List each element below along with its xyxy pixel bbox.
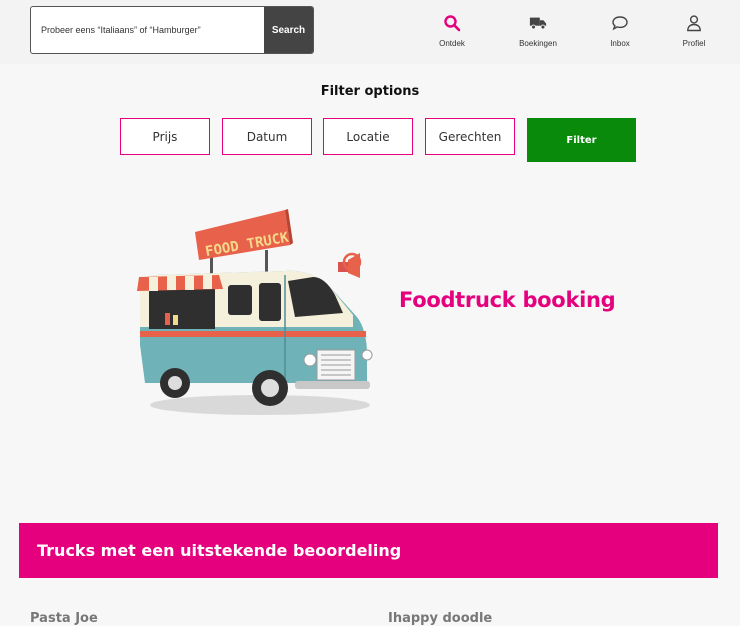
user-icon [687, 15, 701, 32]
nav-label-inbox: Inbox [610, 39, 630, 48]
search-icon [444, 15, 461, 32]
hero-title: Foodtruck booking [399, 288, 616, 312]
nav-item-inbox[interactable]: Inbox [585, 10, 655, 48]
food-truck-illustration: FOOD TRUCK [137, 209, 373, 415]
top-bar: Search Ontdek Boekingen Inbox Profiel [0, 0, 740, 64]
search-input[interactable] [31, 7, 267, 53]
megaphone-icon [338, 252, 362, 278]
nav-label-profiel: Profiel [682, 39, 706, 48]
filter-locatie-button[interactable]: Locatie [323, 118, 413, 155]
nav-item-boekingen[interactable]: Boekingen [503, 10, 573, 48]
banner-title: Trucks met een uitstekende beoordeling [37, 541, 402, 560]
filter-title: Filter options [320, 84, 420, 99]
card-title-ihappy-doodle[interactable]: Ihappy doodle [388, 611, 492, 626]
top-rated-banner: Trucks met een uitstekende beoordeling [19, 523, 718, 578]
filter-submit-button[interactable]: Filter [527, 118, 636, 162]
chat-bubble-icon [612, 16, 628, 31]
search-box: Search [30, 6, 314, 54]
nav-label-ontdek: Ontdek [439, 39, 465, 48]
food-truck-sign: FOOD TRUCK [195, 209, 293, 260]
filter-prijs-button[interactable]: Prijs [120, 118, 210, 155]
filter-datum-button[interactable]: Datum [222, 118, 312, 155]
card-title-pasta-joe[interactable]: Pasta Joe [30, 611, 98, 626]
truck-icon [529, 17, 547, 30]
nav-label-boekingen: Boekingen [519, 39, 557, 48]
nav-item-profiel[interactable]: Profiel [659, 10, 729, 48]
nav-item-ontdek[interactable]: Ontdek [417, 10, 487, 48]
search-button[interactable]: Search [264, 7, 313, 53]
filter-gerechten-button[interactable]: Gerechten [425, 118, 515, 155]
